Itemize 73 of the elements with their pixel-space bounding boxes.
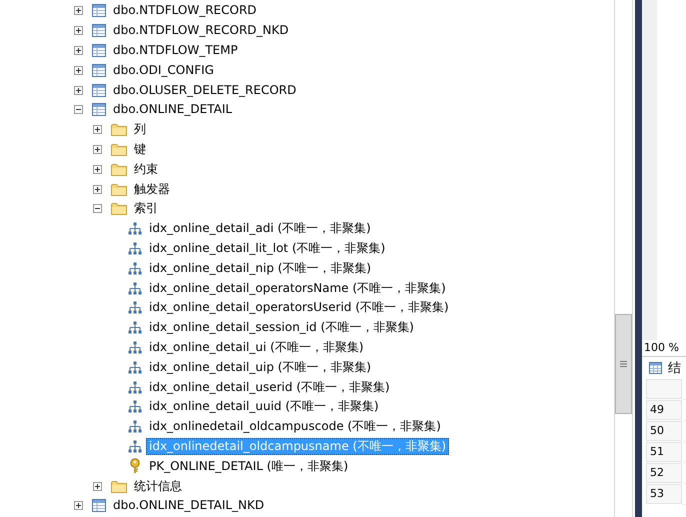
folder-icon: [111, 480, 127, 493]
tree-item[interactable]: dbo.ONLINE_DETAIL: [110, 101, 236, 118]
expand-icon[interactable]: [93, 482, 102, 491]
hierarchy-icon: [128, 262, 142, 275]
folder-icon: [111, 142, 127, 156]
folder-icon: [111, 202, 127, 216]
row-number: 51: [646, 442, 682, 462]
row-number: 52: [646, 463, 682, 483]
hierarchy-icon: [128, 321, 142, 334]
tree-item[interactable]: PK_ONLINE_DETAIL (唯一，非聚集): [146, 458, 352, 475]
expand-icon[interactable]: [93, 184, 102, 194]
hierarchy-icon: [128, 400, 142, 414]
table-icon: [92, 44, 106, 57]
tree-item[interactable]: idx_online_detail_operatorsName (不唯一，非聚集): [146, 280, 449, 297]
tree-item[interactable]: 键: [131, 140, 149, 158]
tree-item[interactable]: dbo.ONLINE_DETAIL_NKD: [110, 497, 268, 514]
tree-item[interactable]: dbo.OLUSER_DELETE_RECORD: [110, 82, 300, 99]
key-icon: [128, 458, 142, 474]
tree-item[interactable]: 约束: [131, 160, 161, 178]
hierarchy-icon: [128, 360, 142, 374]
hierarchy-icon: [128, 242, 142, 255]
tree-item[interactable]: idx_online_detail_uip (不唯一，非聚集): [146, 358, 374, 376]
expand-icon[interactable]: [74, 6, 83, 16]
hierarchy-icon: [128, 440, 142, 453]
tree-item[interactable]: 统计信息: [131, 478, 185, 495]
table-icon: [92, 4, 106, 18]
tree-item[interactable]: dbo.NTDFLOW_RECORD: [110, 2, 260, 20]
tree-item[interactable]: idx_online_detail_lit_lot (不唯一，非聚集): [146, 240, 388, 257]
collapse-icon[interactable]: [93, 204, 102, 214]
hierarchy-icon: [128, 301, 142, 314]
expand-icon[interactable]: [74, 46, 83, 55]
tree-item[interactable]: idx_online_detail_session_id (不唯一，非聚集): [146, 319, 417, 336]
hierarchy-icon: [128, 282, 142, 295]
hierarchy-icon: [128, 420, 142, 434]
tree-item[interactable]: idx_online_detail_nip (不唯一，非聚集): [146, 260, 374, 277]
hierarchy-icon: [128, 222, 142, 236]
row-number: 49: [646, 400, 682, 420]
tree-item[interactable]: 索引: [131, 200, 161, 218]
expand-icon[interactable]: [93, 164, 102, 174]
collapse-icon[interactable]: [74, 105, 83, 114]
hierarchy-icon: [128, 380, 142, 394]
scrollbar-thumb[interactable]: [615, 314, 632, 414]
row-number: 50: [646, 421, 682, 441]
folder-icon: [111, 182, 127, 196]
expand-icon[interactable]: [74, 501, 83, 510]
table-icon: [92, 499, 106, 512]
tree-item[interactable]: idx_online_detail_adi (不唯一，非聚集): [146, 220, 374, 238]
tree-item[interactable]: dbo.ODI_CONFIG: [110, 62, 217, 79]
tree-item[interactable]: idx_online_detail_operatorsUserid (不唯一，非聚集): [146, 299, 452, 316]
folder-icon: [111, 123, 127, 136]
tree-item[interactable]: idx_online_detail_userid (不唯一，非聚集): [146, 378, 393, 396]
expand-icon[interactable]: [93, 144, 102, 154]
tree-item[interactable]: dbo.NTDFLOW_TEMP: [110, 42, 241, 59]
tree-item[interactable]: idx_online_detail_ui (不唯一，非聚集): [146, 338, 366, 356]
grip-icon: [620, 361, 627, 367]
hierarchy-icon: [128, 340, 142, 354]
grid-icon: [649, 362, 662, 374]
tree-item[interactable]: 列: [131, 121, 149, 138]
table-icon: [92, 24, 106, 38]
expand-icon[interactable]: [93, 125, 102, 134]
folder-icon: [111, 162, 127, 176]
expand-icon[interactable]: [74, 66, 83, 75]
expand-icon[interactable]: [74, 86, 83, 95]
tree-item[interactable]: dbo.NTDFLOW_RECORD_NKD: [110, 22, 292, 40]
results-tab[interactable]: 结: [668, 359, 681, 377]
table-icon: [92, 84, 106, 97]
table-icon: [92, 103, 106, 116]
row-number: 53: [646, 484, 682, 504]
tree-item[interactable]: idx_online_detail_uuid (不唯一，非聚集): [146, 398, 382, 416]
tree-item[interactable]: 触发器: [131, 180, 173, 198]
table-icon: [92, 64, 106, 77]
expand-icon[interactable]: [74, 26, 83, 36]
tree-item[interactable]: idx_onlinedetail_oldcampuscode (不唯一，非聚集): [146, 418, 444, 436]
